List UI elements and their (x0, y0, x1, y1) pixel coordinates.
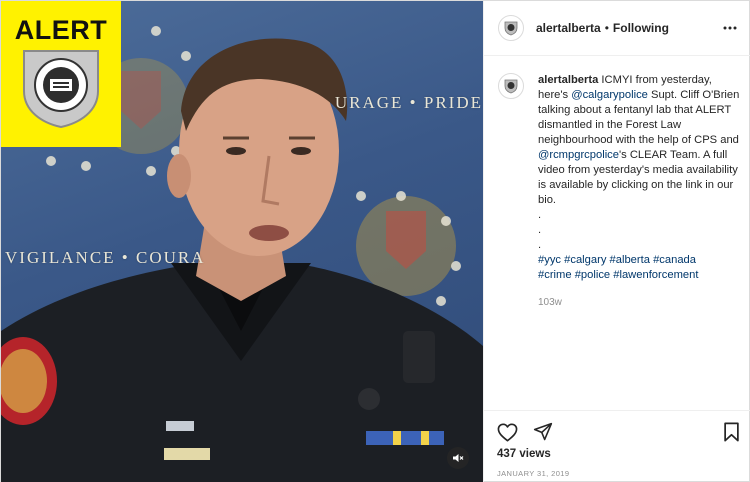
following-button[interactable]: Following (613, 21, 669, 35)
caption: alertalberta ICMYI from yesterday, here'… (498, 73, 744, 310)
backdrop-text-top: URAGE • PRIDE (334, 93, 483, 112)
view-count[interactable]: 437 views (497, 448, 551, 460)
header-username[interactable]: alertalberta (536, 21, 601, 35)
header-separator: • (604, 21, 609, 35)
instagram-post: URAGE • PRIDE VIGILANCE • COURA ALERT al… (0, 0, 750, 482)
speaker-muted-icon (453, 454, 464, 462)
mention-link[interactable]: @rcmpgrcpolice (538, 149, 619, 161)
hashtag-line: #crime #police #lawenforcement (538, 269, 698, 281)
alert-logo: ALERT (1, 1, 121, 147)
action-bar: 437 views JANUARY 31, 2019 (484, 410, 750, 482)
heart-outline-icon (497, 422, 517, 442)
alert-logo-word: ALERT (14, 15, 108, 45)
post-header: alertalberta • Following (484, 1, 750, 56)
hashtag-link[interactable]: #canada (653, 254, 696, 266)
mention-link[interactable]: @calgarypolice (571, 89, 648, 101)
mute-button[interactable] (447, 447, 469, 469)
alert-badge-icon (504, 79, 518, 94)
action-icons (496, 421, 554, 443)
caption-text: alertalberta ICMYI from yesterday, here'… (538, 73, 744, 310)
hashtag-link[interactable]: #calgary (564, 254, 606, 266)
caption-avatar[interactable] (498, 73, 524, 99)
caption-dot: . (538, 209, 542, 221)
hashtag-link[interactable]: #police (575, 269, 610, 281)
save-button[interactable] (720, 421, 742, 443)
more-options-button[interactable] (720, 18, 740, 38)
post-date[interactable]: JANUARY 31, 2019 (497, 469, 569, 478)
caption-dot: . (538, 224, 542, 236)
hashtag-link[interactable]: #yyc (538, 254, 561, 266)
post-details-panel: alertalberta • Following alertalberta IC… (483, 1, 750, 482)
hashtag-line: #yyc #calgary #alberta #canada (538, 254, 696, 266)
caption-username[interactable]: alertalberta (538, 74, 598, 86)
caption-time-ago[interactable]: 103w (538, 295, 744, 310)
alert-badge-icon (504, 21, 518, 36)
caption-dot: . (538, 239, 542, 251)
alert-shield-icon (23, 50, 99, 129)
hashtag-link[interactable]: #crime (538, 269, 572, 281)
video-player[interactable]: URAGE • PRIDE VIGILANCE • COURA ALERT (1, 1, 483, 482)
share-button[interactable] (532, 421, 554, 443)
hashtag-link[interactable]: #lawenforcement (613, 269, 698, 281)
like-button[interactable] (496, 421, 518, 443)
backdrop-text-left: VIGILANCE • COURA (5, 248, 206, 267)
bookmark-icon (723, 422, 739, 442)
hashtag-link[interactable]: #alberta (610, 254, 650, 266)
paper-plane-icon (533, 422, 553, 441)
ellipsis-icon (723, 26, 737, 30)
avatar[interactable] (498, 15, 524, 41)
